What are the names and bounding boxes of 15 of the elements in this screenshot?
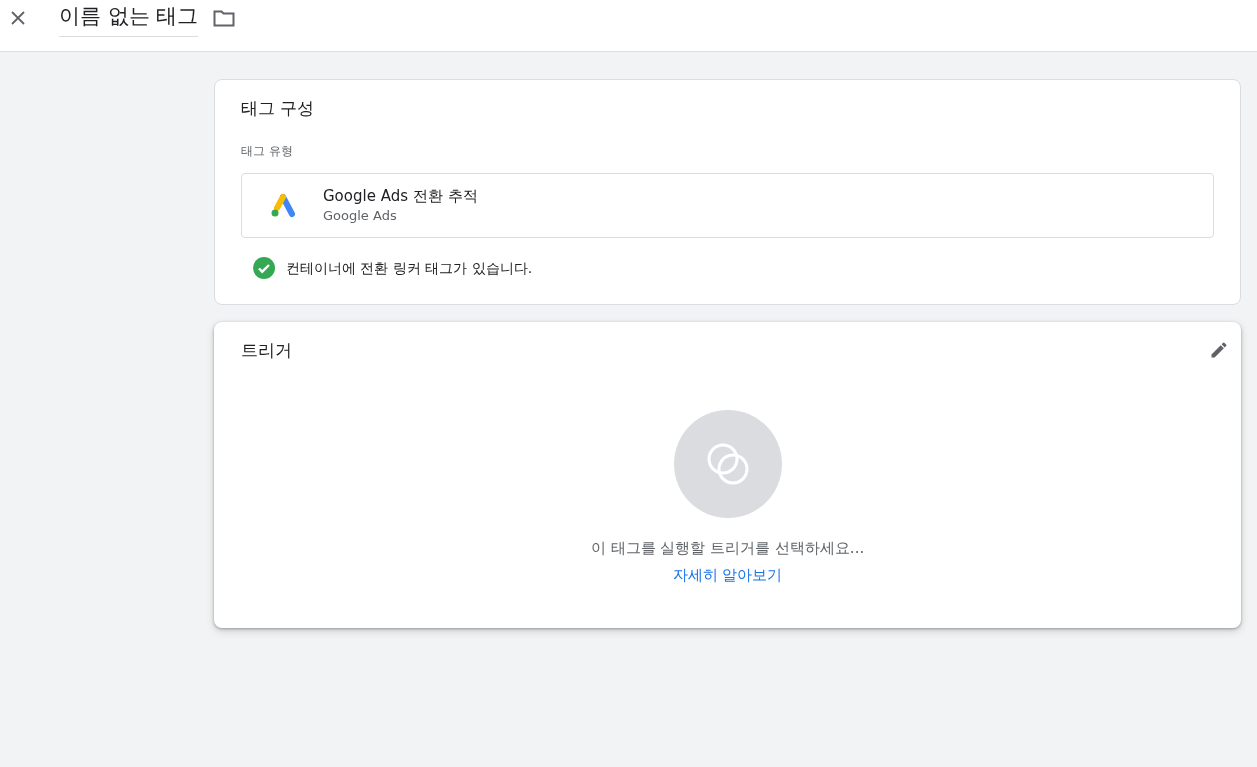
linker-notice: 컨테이너에 전환 링커 태그가 있습니다. bbox=[286, 258, 533, 278]
folder-icon bbox=[213, 9, 236, 27]
field-label: 태그 유형 bbox=[241, 143, 294, 160]
empty-trigger-message: 이 태그를 실행할 트리거를 선택하세요... bbox=[590, 538, 865, 559]
card-title: 트리거 bbox=[241, 339, 292, 362]
close-icon bbox=[10, 10, 26, 26]
tag-type-name: Google Ads 전환 추적 bbox=[323, 185, 478, 206]
pencil-icon bbox=[1209, 340, 1229, 360]
tag-type-option[interactable]: Google Ads 전환 추적 Google Ads bbox=[241, 173, 1214, 238]
tag-name-field[interactable]: 이름 없는 태그 bbox=[59, 0, 199, 37]
edit-button[interactable] bbox=[1209, 340, 1229, 360]
tag-type-vendor: Google Ads bbox=[323, 206, 398, 225]
card-title: 태그 구성 bbox=[241, 97, 316, 120]
learn-more-link[interactable]: 자세히 알아보기 bbox=[672, 563, 783, 586]
ads-logo-icon bbox=[270, 193, 296, 218]
